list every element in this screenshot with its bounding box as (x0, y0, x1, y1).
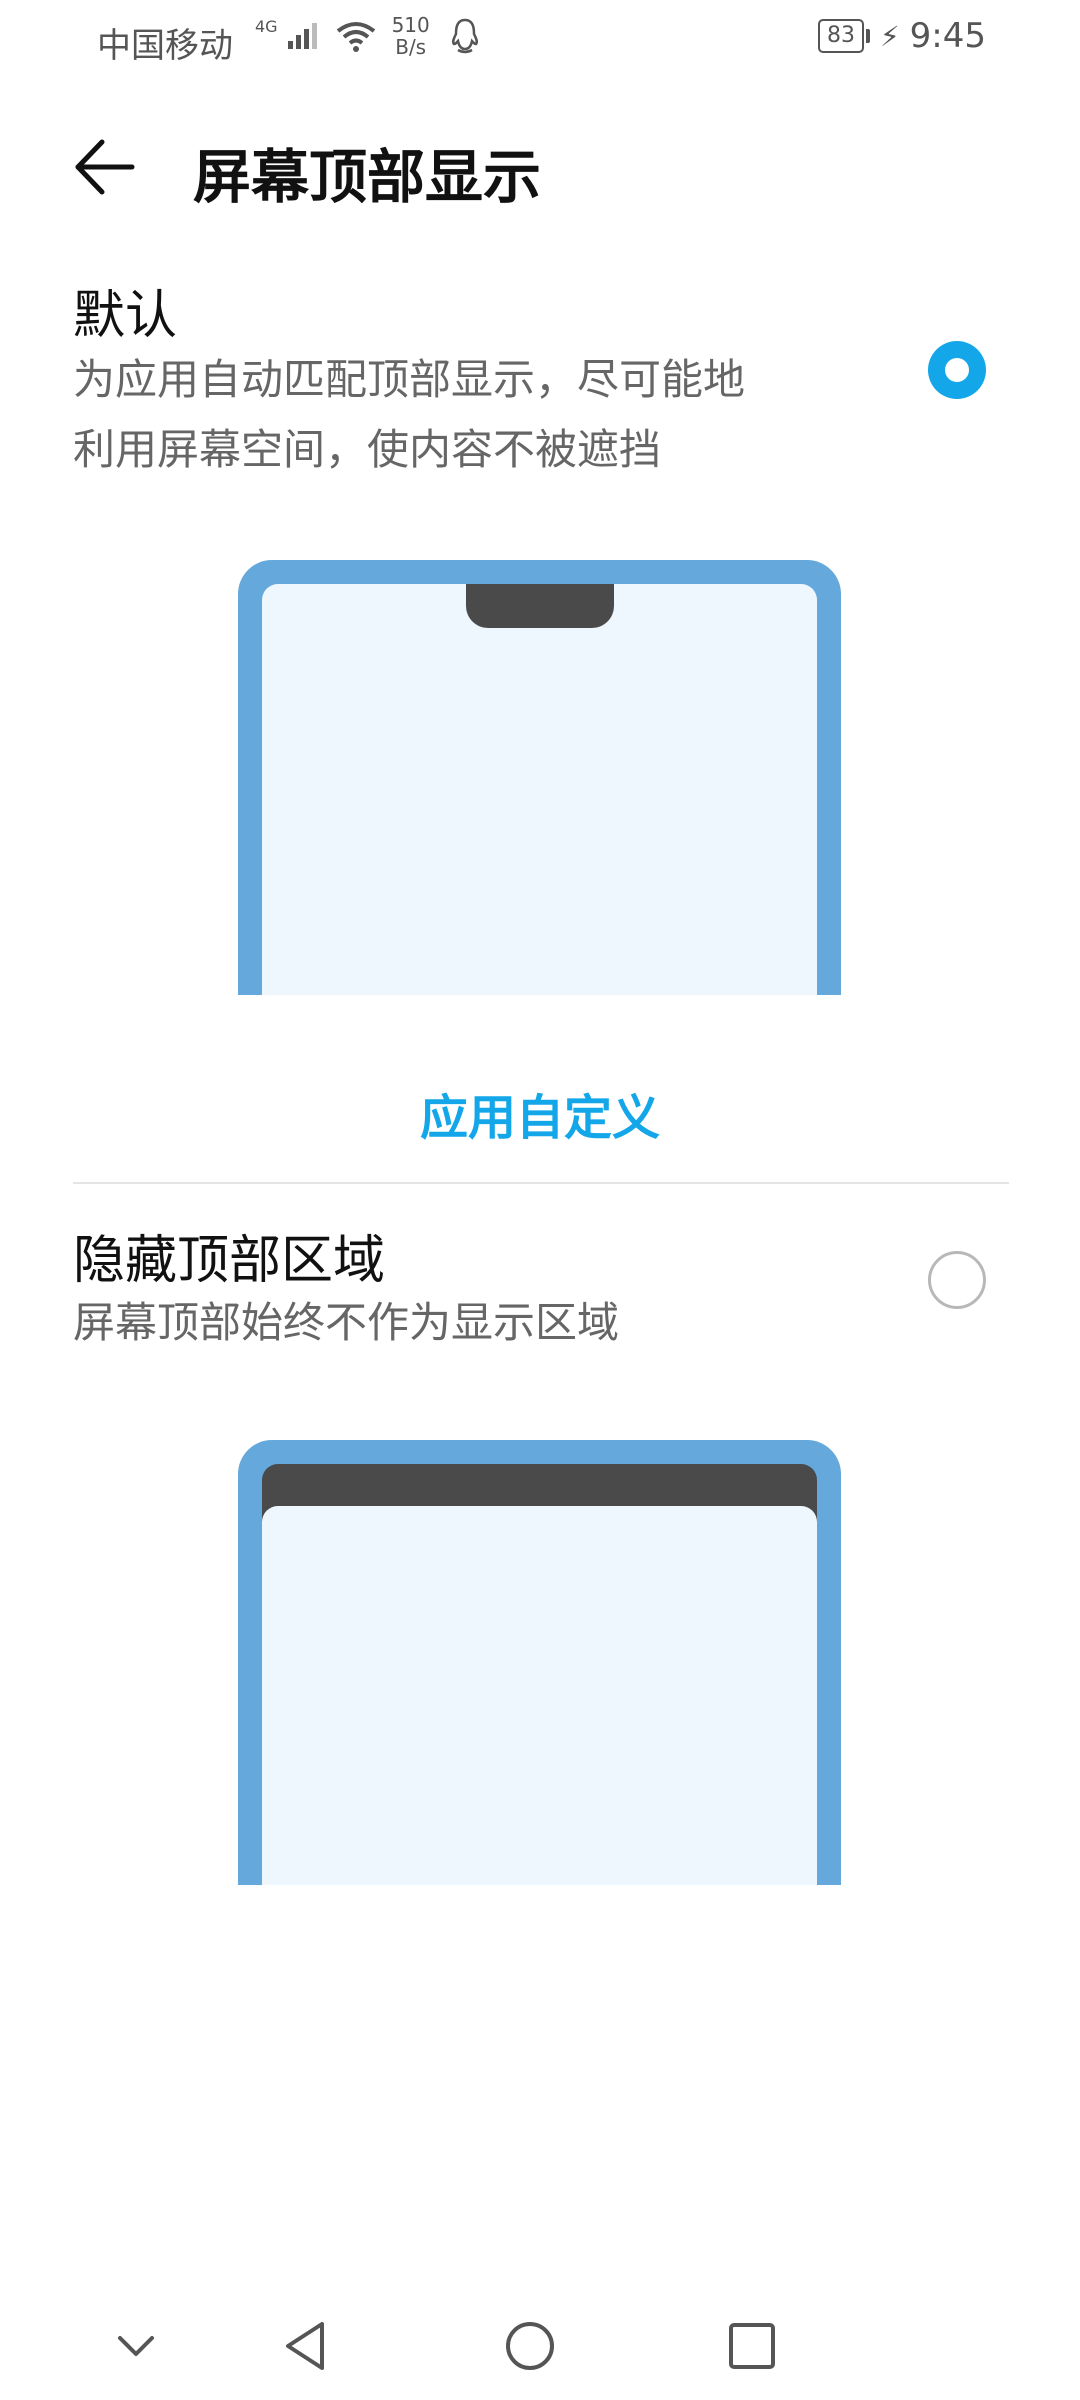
page-title: 屏幕顶部显示 (193, 143, 542, 211)
wifi-icon (336, 22, 375, 52)
option-title: 默认 (73, 286, 178, 346)
phone-illustration-hidden (238, 1440, 841, 1885)
speed-value: 510 (391, 13, 430, 37)
notch (465, 584, 614, 628)
clock: 9:45 (909, 16, 986, 56)
recents-square-icon (729, 2323, 775, 2369)
chevron-down-icon (118, 2336, 154, 2356)
option-description: 为应用自动匹配顶部显示，尽可能地 利用屏幕空间，使内容不被遮挡 (73, 345, 873, 485)
status-icons: 4G 510 B/s (255, 14, 482, 58)
option-title: 隐藏顶部区域 (73, 1231, 386, 1291)
phone-illustration-notch (238, 560, 841, 995)
phone-screen (262, 1506, 817, 1885)
network-type: 4G (255, 16, 278, 36)
description-line: 利用屏幕空间，使内容不被遮挡 (73, 425, 662, 474)
app-custom-link[interactable]: 应用自定义 (0, 1078, 1080, 1148)
signal-icon (287, 23, 317, 49)
right-status: 83 ⚡ 9:45 (817, 16, 986, 56)
carrier-name: 中国移动 (97, 26, 233, 66)
nav-home-button[interactable] (494, 2310, 566, 2382)
header: 屏幕顶部显示 (0, 110, 1080, 220)
network-speed: 510 B/s (392, 14, 430, 58)
battery-level: 83 (817, 19, 870, 53)
radio-default[interactable] (928, 341, 986, 399)
status-bar: 中国移动 4G 510 B/s 83 ⚡ 9:45 (0, 0, 1080, 80)
nav-recents-button[interactable] (716, 2310, 788, 2382)
option-default[interactable]: 默认 为应用自动匹配顶部显示，尽可能地 利用屏幕空间，使内容不被遮挡 (0, 265, 1080, 1065)
charging-icon: ⚡ (879, 19, 900, 53)
qq-icon (451, 18, 478, 54)
option-description: 屏幕顶部始终不作为显示区域 (73, 1288, 873, 1358)
nav-back-button[interactable] (272, 2310, 344, 2382)
home-circle-icon (506, 2322, 554, 2370)
description-line: 为应用自动匹配顶部显示，尽可能地 (73, 355, 746, 404)
back-triangle-icon (286, 2322, 324, 2370)
nav-hide-button[interactable] (100, 2310, 172, 2382)
navigation-bar (0, 2290, 1080, 2400)
speed-unit: B/s (395, 35, 427, 59)
back-button[interactable] (70, 132, 140, 202)
radio-hide-top[interactable] (928, 1251, 986, 1309)
arrow-left-icon (75, 139, 135, 195)
phone-screen (262, 584, 817, 995)
option-hide-top[interactable]: 隐藏顶部区域 屏幕顶部始终不作为显示区域 (0, 1180, 1080, 1940)
description-line: 屏幕顶部始终不作为显示区域 (73, 1298, 620, 1347)
